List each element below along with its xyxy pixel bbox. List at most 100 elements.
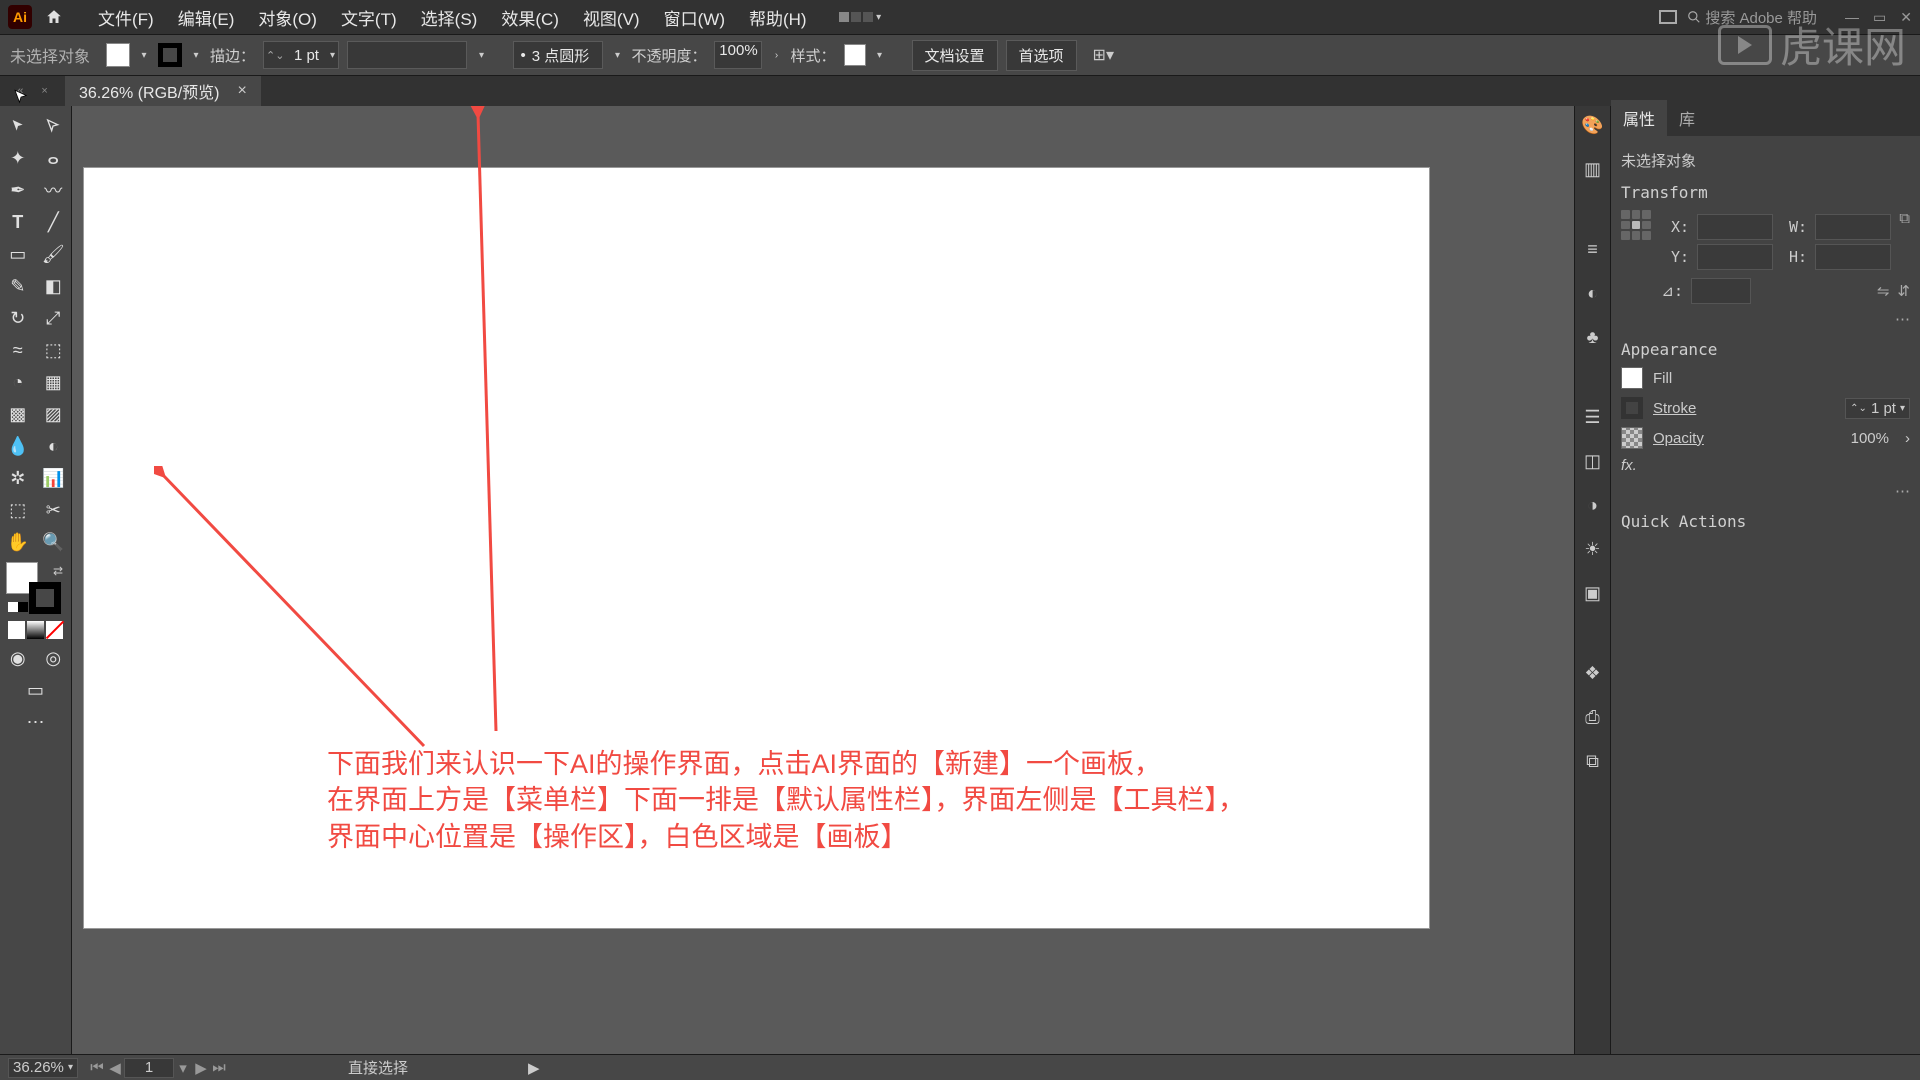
screen-mode-button[interactable]: ▭ (0, 674, 71, 706)
stroke-swatch[interactable] (1621, 397, 1643, 419)
zoom-select[interactable]: 36.26%▾ (8, 1058, 78, 1078)
stroke-weight-input[interactable]: ⌃⌄ 1 pt ▾ (263, 41, 339, 69)
curvature-tool[interactable]: 〰 (36, 174, 72, 206)
chevron-right-icon[interactable]: › (770, 49, 782, 61)
arrange-docs-icon[interactable] (1659, 10, 1677, 24)
pen-tool[interactable]: ✒ (0, 174, 36, 206)
layers-panel-icon[interactable]: ❖ (1580, 660, 1606, 686)
brush-preset[interactable]: • 3 点圆形 (513, 41, 603, 69)
free-transform-tool[interactable]: ⬚ (36, 334, 72, 366)
last-artboard-icon[interactable]: ⏭ (210, 1059, 228, 1076)
next-artboard-icon[interactable]: ▶ (192, 1059, 210, 1077)
eraser-tool[interactable]: ◧ (36, 270, 72, 302)
minimize-icon[interactable]: — (1845, 9, 1859, 26)
symbol-sprayer-tool[interactable]: ✲ (0, 462, 36, 494)
stroke-panel-icon[interactable]: ≡ (1580, 236, 1606, 262)
zoom-tool[interactable]: 🔍 (36, 526, 72, 558)
link-icon[interactable]: ⧉ (1899, 210, 1910, 227)
menu-edit[interactable]: 编辑(E) (166, 5, 247, 30)
rectangle-tool[interactable]: ▭ (0, 238, 36, 270)
swatches-panel-icon[interactable]: ▥ (1580, 156, 1606, 182)
shape-builder-tool[interactable]: ◔ (0, 366, 36, 398)
pathfinder-panel-icon[interactable]: ◫ (1580, 448, 1606, 474)
x-input[interactable] (1697, 214, 1773, 240)
direct-selection-tool[interactable] (36, 110, 72, 142)
blend-tool[interactable]: ◐ (36, 430, 72, 462)
fx-button[interactable]: fx. (1621, 457, 1637, 474)
swap-icon[interactable]: ⇄ (53, 564, 63, 578)
opacity-value[interactable]: 100% (1851, 430, 1889, 447)
magic-wand-tool[interactable]: ✦ (0, 142, 36, 174)
status-play-icon[interactable]: ▶ (528, 1059, 540, 1077)
h-input[interactable] (1815, 244, 1891, 270)
artboard-number[interactable]: 1 (124, 1058, 174, 1078)
maximize-icon[interactable]: ▭ (1873, 9, 1886, 26)
eyedropper-tool[interactable]: 💧 (0, 430, 36, 462)
w-input[interactable] (1815, 214, 1891, 240)
chevron-down-icon[interactable]: ▾ (611, 49, 623, 61)
tab-properties[interactable]: 属性 (1611, 100, 1667, 136)
chevron-down-icon[interactable]: ▾ (874, 49, 886, 61)
fill-swatch[interactable] (1621, 367, 1643, 389)
graphic-styles-panel-icon[interactable]: ▣ (1580, 580, 1606, 606)
menu-object[interactable]: 对象(O) (246, 5, 329, 30)
opacity-swatch[interactable] (1621, 427, 1643, 449)
flip-v-icon[interactable]: ⇵ (1897, 282, 1910, 300)
prev-artboard-icon[interactable]: ◀ (106, 1059, 124, 1077)
angle-input[interactable] (1691, 278, 1751, 304)
document-setup-button[interactable]: 文档设置 (912, 40, 998, 71)
asset-export-panel-icon[interactable]: ⎙ (1580, 704, 1606, 730)
graph-tool[interactable]: 📊 (36, 462, 72, 494)
width-tool[interactable]: ≈ (0, 334, 36, 366)
align-icon[interactable]: ⊞▾ (1093, 45, 1114, 65)
scale-tool[interactable]: ⤢ (36, 302, 72, 334)
canvas-area[interactable]: 下面我们来认识一下AI的操作界面，点击AI界面的【新建】一个画板， 在界面上方是… (72, 106, 1574, 1054)
doc-tab-active[interactable]: 36.26% (RGB/预览) × (65, 76, 261, 106)
mesh-tool[interactable]: ▩ (0, 398, 36, 430)
y-input[interactable] (1697, 244, 1773, 270)
menu-type[interactable]: 文字(T) (329, 5, 409, 30)
color-panel-icon[interactable]: 🎨 (1580, 112, 1606, 138)
artboard-tool[interactable]: ⬚ (0, 494, 36, 526)
lasso-tool[interactable]: ⴰ (36, 142, 72, 174)
fill-swatch[interactable] (106, 43, 130, 67)
hand-tool[interactable]: ✋ (0, 526, 36, 558)
flip-h-icon[interactable]: ⇋ (1877, 282, 1890, 300)
style-swatch[interactable] (844, 44, 866, 66)
menu-effect[interactable]: 效果(C) (489, 5, 571, 30)
menu-help[interactable]: 帮助(H) (737, 5, 819, 30)
artboard-dropdown-icon[interactable]: ▾ (174, 1059, 192, 1077)
appearance-panel-icon[interactable]: ☀ (1580, 536, 1606, 562)
fill-stroke-control[interactable]: ⇄ (6, 562, 65, 614)
more-options-icon[interactable]: ⋯ (1621, 310, 1910, 328)
artboards-panel-icon[interactable]: ⧉ (1580, 748, 1606, 774)
align-panel-icon[interactable]: ☰ (1580, 404, 1606, 430)
opacity-input[interactable]: 100% (714, 41, 762, 69)
close-icon[interactable]: ✕ (1900, 9, 1912, 26)
line-tool[interactable]: ╱ (36, 206, 72, 238)
gradient-tool[interactable]: ▨ (36, 398, 72, 430)
tab-close-icon[interactable]: × (238, 82, 247, 100)
first-artboard-icon[interactable]: ⏮ (88, 1059, 106, 1076)
chevron-down-icon[interactable]: ▾ (138, 49, 150, 61)
gradient-panel-icon[interactable]: ◐ (1580, 280, 1606, 306)
chevron-down-icon[interactable]: ▾ (475, 49, 487, 61)
chevron-down-icon[interactable]: ▾ (190, 49, 202, 61)
stroke-profile[interactable] (347, 41, 467, 69)
search-box[interactable]: 搜索 Adobe 帮助 (1687, 7, 1817, 28)
stroke-swatch[interactable] (158, 43, 182, 67)
tab-collapse[interactable]: «× (0, 76, 65, 106)
menu-view[interactable]: 视图(V) (571, 5, 652, 30)
screen-mode-icon[interactable]: ◎ (36, 642, 72, 674)
workspace-switcher[interactable] (839, 12, 873, 22)
screen-mode-icon[interactable]: ◉ (0, 642, 36, 674)
menu-file[interactable]: 文件(F) (86, 5, 166, 30)
stroke-weight[interactable]: 1 pt (1867, 400, 1900, 417)
draw-mode[interactable] (0, 618, 71, 642)
tab-library[interactable]: 库 (1667, 100, 1707, 136)
paintbrush-tool[interactable]: 🖌 (36, 238, 72, 270)
menu-window[interactable]: 窗口(W) (652, 5, 737, 30)
perspective-tool[interactable]: ▦ (36, 366, 72, 398)
shaper-tool[interactable]: ✎ (0, 270, 36, 302)
edit-toolbar-icon[interactable]: ⋯ (0, 706, 71, 738)
